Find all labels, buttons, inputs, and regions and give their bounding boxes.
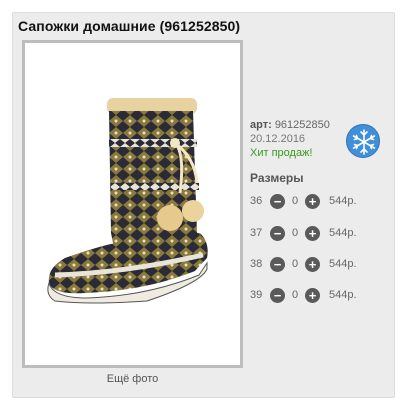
product-title: Сапожки домашние (961252850) <box>18 18 241 34</box>
size-price: 544р. <box>329 195 357 207</box>
decrease-button[interactable]: − <box>270 256 285 272</box>
size-price: 544р. <box>329 227 357 239</box>
quantity-value: 0 <box>291 258 299 270</box>
product-photo[interactable] <box>22 40 243 368</box>
size-row-38: 38 − 0 + 544р. <box>250 255 357 273</box>
quantity-value: 0 <box>291 195 299 207</box>
size-price: 544р. <box>329 258 357 270</box>
decrease-button[interactable]: − <box>270 287 285 303</box>
size-row-39: 39 − 0 + 544р. <box>250 286 357 304</box>
size-label: 37 <box>250 227 263 239</box>
article-label: арт: <box>250 119 272 131</box>
quantity-value: 0 <box>291 227 299 239</box>
quantity-value: 0 <box>291 289 299 301</box>
increase-button[interactable]: + <box>305 193 320 209</box>
increase-button[interactable]: + <box>305 225 320 241</box>
increase-button[interactable]: + <box>305 256 320 272</box>
size-label: 39 <box>250 289 263 301</box>
decrease-button[interactable]: − <box>270 193 285 209</box>
size-price: 544р. <box>329 289 357 301</box>
size-label: 38 <box>250 258 263 270</box>
sizes-title: Размеры <box>250 171 304 185</box>
size-label: 36 <box>250 195 263 207</box>
boot-image <box>47 98 208 304</box>
article-value: 961252850 <box>274 119 330 131</box>
increase-button[interactable]: + <box>305 287 320 303</box>
size-row-36: 36 − 0 + 544р. <box>250 192 357 210</box>
decrease-button[interactable]: − <box>270 225 285 241</box>
more-photos-link[interactable]: Ещё фото <box>22 373 243 385</box>
size-row-37: 37 − 0 + 544р. <box>250 224 357 242</box>
snowflake-icon <box>346 124 380 158</box>
